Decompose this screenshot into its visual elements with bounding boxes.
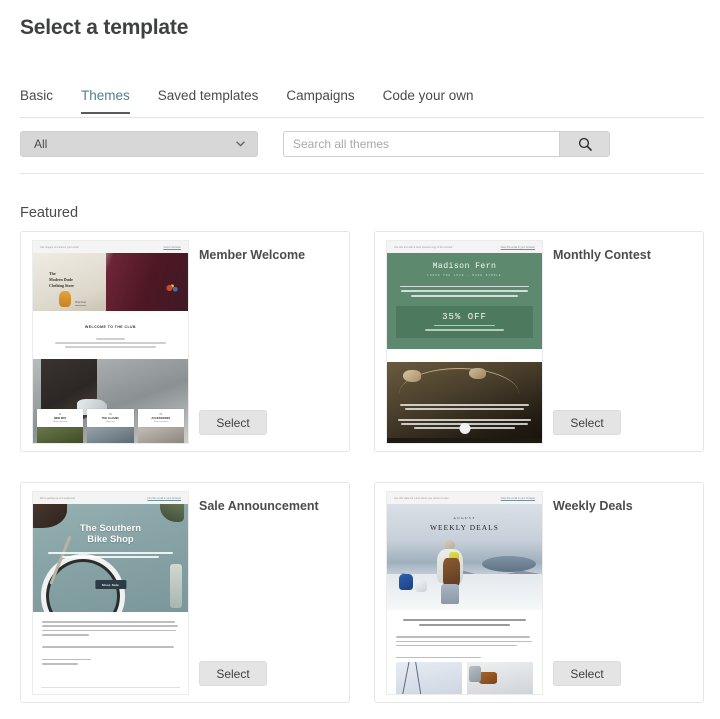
template-thumbnail-monthly-contest: Use this text with a short preview copy … <box>386 240 543 444</box>
category-select-value: All <box>34 137 48 151</box>
filter-divider <box>20 173 704 174</box>
preheader-right-text: View in browser <box>163 245 181 249</box>
preview-product-tiles: 01 NEW WAY Shop collection 02 THE CLASSI… <box>37 409 184 443</box>
preview-tile: 03 ACCESSORIES Shop collection <box>137 409 184 443</box>
preview-body-lines <box>396 285 533 297</box>
search-themes <box>283 131 610 157</box>
preview-lifestyle-photo: 01 NEW WAY Shop collection 02 THE CLASSI… <box>33 359 188 443</box>
tabs-divider <box>20 117 704 118</box>
preview-green-panel: Madison Fern LOOKS YOU LOVE - MADE SIMPL… <box>387 253 542 349</box>
tab-code-your-own[interactable]: Code your own <box>383 88 474 114</box>
tile-name: THE CLASSIC <box>101 417 120 420</box>
preview-cta-button: Shop Sale <box>94 580 127 589</box>
preview-headline: WELCOME TO THE CLUB <box>85 325 136 329</box>
preheader-right-text: Find the email in your browser <box>147 496 182 500</box>
preview-tile: 02 THE CLASSIC Shop now <box>87 409 134 443</box>
page-title: Select a template <box>20 16 189 39</box>
preview-tagline: LOOKS YOU LOVE - MADE SIMPLE <box>427 273 502 277</box>
search-button[interactable] <box>559 132 609 156</box>
preview-headline: WEEKLY DEALS <box>429 522 500 532</box>
headline-line-2: Bike Shop <box>87 533 134 545</box>
preheader-left-text: Use images to enhance your email <box>40 245 79 249</box>
preview-hero-object <box>59 291 71 307</box>
template-thumbnail-sale-announcement: We're getting up to 5 weekends Find the … <box>32 491 189 695</box>
tab-themes[interactable]: Themes <box>81 88 130 114</box>
preview-hero-image: The Southern Bike Shop Shop Sale <box>33 504 188 612</box>
select-button[interactable]: Select <box>553 410 621 435</box>
template-thumbnail-weekly-deals: Use this value for a line about your win… <box>386 491 543 695</box>
preview-body-lines <box>387 629 542 659</box>
tile-number: 03 <box>159 413 163 416</box>
tile-name: NEW WAY <box>53 417 67 420</box>
tile-sub: Shop collection <box>153 421 168 423</box>
preview-photo-badge <box>459 423 470 434</box>
preview-headline: The Southern Bike Shop <box>33 523 188 546</box>
preview-brand-name: Madison Fern <box>432 262 497 271</box>
card-body: Weekly Deals Select <box>553 483 703 702</box>
preheader-right-text: View this email in your browser <box>500 245 535 249</box>
preview-tile: 01 NEW WAY Shop collection <box>37 409 84 443</box>
template-card-weekly-deals[interactable]: Use this value for a line about your win… <box>374 482 704 703</box>
preview-body-lines <box>33 612 188 665</box>
preview-sub-lines <box>45 552 176 560</box>
template-grid: Use images to enhance your email View in… <box>20 231 704 703</box>
select-button[interactable]: Select <box>199 661 267 686</box>
preview-hero-button: Shop Now <box>75 301 87 306</box>
search-icon <box>578 137 592 151</box>
select-template-page: Select a template Basic Themes Saved tem… <box>0 0 720 719</box>
preview-brand-name: The Modern Dude Clothing Store <box>49 271 74 288</box>
template-title: Member Welcome <box>199 248 306 262</box>
template-card-member-welcome[interactable]: Use images to enhance your email View in… <box>20 231 350 452</box>
tile-number: 01 <box>58 413 62 416</box>
template-title: Sale Announcement <box>199 499 319 513</box>
preheader-left-text: We're getting up to 5 weekends <box>40 496 75 500</box>
category-select[interactable]: All <box>20 131 258 157</box>
preview-image-row <box>396 662 533 694</box>
card-body: Sale Announcement Select <box>199 483 349 702</box>
preheader-right-text: View this email in your browser <box>500 496 535 500</box>
preview-photo <box>387 362 542 443</box>
headline-line-1: The Southern <box>79 523 142 534</box>
preheader-left-text: Use this value for a line about your win… <box>394 496 449 500</box>
template-type-tabs: Basic Themes Saved templates Campaigns C… <box>20 88 704 118</box>
card-body: Monthly Contest Select <box>553 232 703 451</box>
select-button[interactable]: Select <box>199 410 267 435</box>
tile-sub: Shop collection <box>53 421 68 423</box>
preview-hero-image: The Modern Dude Clothing Store Shop Now <box>33 253 188 311</box>
template-title: Weekly Deals <box>553 499 633 513</box>
featured-section-title: Featured <box>20 205 79 221</box>
preview-title-block: AUGUST WEEKLY DEALS <box>387 516 542 532</box>
preview-body-lines <box>46 338 175 348</box>
template-card-monthly-contest[interactable]: Use this text with a short preview copy … <box>374 231 704 452</box>
preview-offer-block: 35% OFF <box>396 305 533 338</box>
tile-sub: Shop now <box>105 421 116 423</box>
preheader-left-text: Use this text with a short preview copy … <box>394 245 453 249</box>
preview-offer-headline: 35% OFF <box>442 311 487 322</box>
tile-number: 02 <box>109 413 112 416</box>
template-title: Monthly Contest <box>553 248 651 262</box>
select-button[interactable]: Select <box>553 661 621 686</box>
tile-name: ACCESSORIES <box>151 417 171 420</box>
template-card-sale-announcement[interactable]: We're getting up to 5 weekends Find the … <box>20 482 350 703</box>
chevron-down-icon <box>231 141 249 147</box>
tab-saved-templates[interactable]: Saved templates <box>158 88 259 114</box>
preview-intro-block: WELCOME TO THE CLUB <box>33 311 188 364</box>
preview-preheader: We're getting up to 5 weekends Find the … <box>33 492 188 504</box>
preview-hero-image: AUGUST WEEKLY DEALS <box>387 504 542 610</box>
tab-campaigns[interactable]: Campaigns <box>286 88 354 114</box>
preview-kicker: AUGUST <box>453 516 476 520</box>
tab-basic[interactable]: Basic <box>20 88 53 114</box>
preview-preheader: Use this text with a short preview copy … <box>387 241 542 253</box>
search-input[interactable] <box>284 132 559 156</box>
template-thumbnail-member-welcome: Use images to enhance your email View in… <box>32 240 189 444</box>
preview-preheader: Use this value for a line about your win… <box>387 492 542 504</box>
preview-preheader: Use images to enhance your email View in… <box>33 241 188 253</box>
preview-lead-lines <box>387 610 542 627</box>
card-body: Member Welcome Select <box>199 232 349 451</box>
